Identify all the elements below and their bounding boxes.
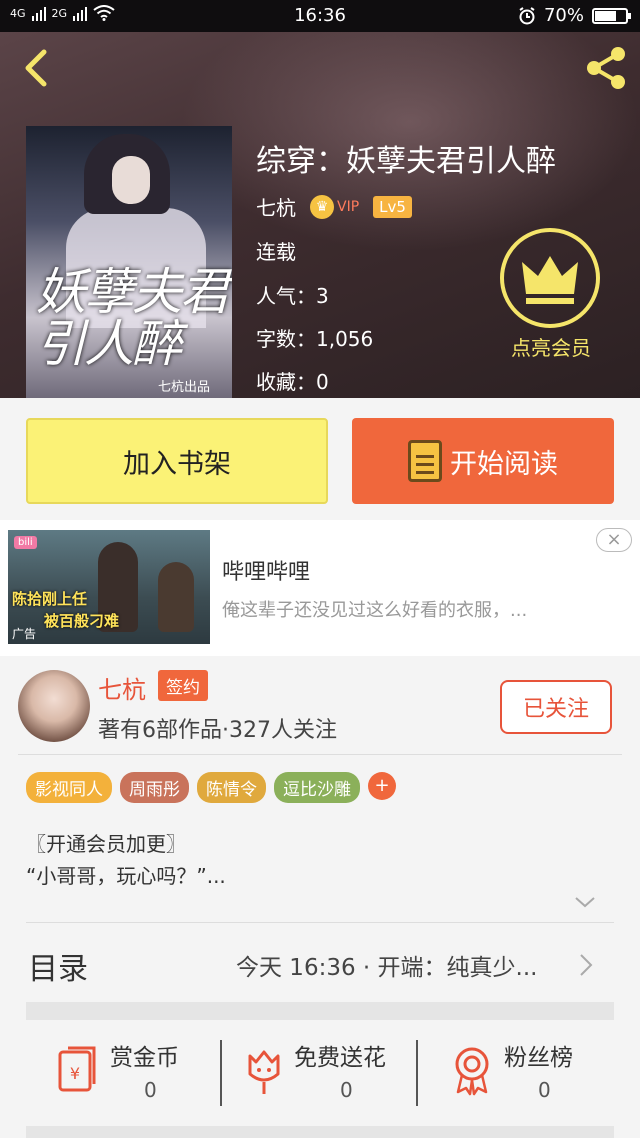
status-right: 70% xyxy=(518,5,631,26)
ad-thumbnail[interactable]: bili 陈拾刚上任 被百般刁难 广告 xyxy=(8,530,210,644)
book-title: 综穿：妖孽夫君引人醉 xyxy=(256,144,556,179)
follow-button[interactable]: 已关注 xyxy=(500,680,612,734)
send-flower-label: 免费送花 xyxy=(294,1045,386,1071)
chevron-right-icon[interactable] xyxy=(578,952,594,978)
author-avatar[interactable] xyxy=(18,670,90,742)
author-name-link[interactable]: 七杭 xyxy=(98,670,146,705)
cover-publisher: 七杭出品 xyxy=(158,380,211,395)
tag-item[interactable]: 周雨彤 xyxy=(120,772,189,803)
tag-item[interactable]: 陈情令 xyxy=(197,772,266,803)
alarm-icon xyxy=(519,6,535,24)
battery-icon xyxy=(592,7,631,24)
latest-chapter[interactable]: 今天 16:36 · 开端：纯真少... xyxy=(236,948,537,982)
battery-percent: 70% xyxy=(543,5,584,26)
vip-promo-label[interactable]: 点亮会员 xyxy=(486,332,616,361)
catalog-label[interactable]: 目录 xyxy=(28,944,88,988)
favorites-count: 收藏：0 xyxy=(256,370,329,394)
svg-text:¥: ¥ xyxy=(70,1064,80,1083)
serial-status: 连载 xyxy=(256,240,296,264)
author-stats: 著有6部作品·327人关注 xyxy=(98,718,337,743)
crown-icon xyxy=(522,256,578,304)
ad-caption-1: 陈拾刚上任 xyxy=(12,590,88,608)
blurb-line-2: “小哥哥，玩心吗？”... xyxy=(26,864,226,888)
start-reading-button[interactable]: 开始阅读 xyxy=(352,418,614,504)
send-flower-count: 0 xyxy=(340,1078,353,1102)
cover-title-art: 妖孽夫君引人醉 xyxy=(36,263,230,373)
fan-rank-count: 0 xyxy=(538,1078,551,1102)
section-spacer xyxy=(26,1002,614,1020)
ad-title: 哔哩哔哩 xyxy=(222,560,311,585)
flower-icon xyxy=(248,1050,280,1094)
ad-character-2 xyxy=(158,562,194,632)
author-name[interactable]: 七杭 xyxy=(256,192,296,221)
status-bar: 4G 2G 16:36 70% xyxy=(0,0,640,32)
word-count: 字数：1,056 xyxy=(256,327,374,351)
divider xyxy=(18,754,622,755)
book-header: 妖孽夫君引人醉 七杭出品 综穿：妖孽夫君引人醉 七杭 ♛ VIP Lv5 连载 人… xyxy=(0,32,640,398)
cover-figure-face xyxy=(112,156,150,204)
reward-coins-button[interactable]: ¥ 赏金币 0 xyxy=(54,1038,214,1108)
divider xyxy=(26,922,614,923)
vip-promo-button[interactable] xyxy=(500,228,600,328)
divider xyxy=(416,1040,418,1106)
send-flower-button[interactable]: 免费送花 0 xyxy=(242,1038,412,1108)
reward-coins-label: 赏金币 xyxy=(110,1045,179,1071)
ad-banner[interactable]: bili 陈拾刚上任 被百般刁难 广告 哔哩哔哩 俺这辈子还没见过这么好看的衣服… xyxy=(0,520,640,656)
tag-item[interactable]: 影视同人 xyxy=(26,772,112,803)
ad-tag: 广告 xyxy=(12,627,37,641)
ad-close-button[interactable]: × xyxy=(596,528,632,552)
author-row: 七杭 ♛ VIP Lv5 xyxy=(256,192,412,221)
crown-icon: ♛ xyxy=(310,194,334,219)
book-icon xyxy=(408,440,442,482)
red-envelope-icon: ¥ xyxy=(58,1046,96,1092)
book-cover[interactable]: 妖孽夫君引人醉 七杭出品 xyxy=(26,126,232,398)
add-tag-button[interactable]: + xyxy=(368,772,396,800)
fan-rank-button[interactable]: 粉丝榜 0 xyxy=(450,1038,610,1108)
ribbon-medal-icon xyxy=(455,1047,489,1096)
back-button[interactable] xyxy=(18,46,58,90)
divider xyxy=(220,1040,222,1106)
add-to-shelf-button[interactable]: 加入书架 xyxy=(26,418,328,504)
section-spacer xyxy=(26,1126,614,1138)
fan-rank-label: 粉丝榜 xyxy=(504,1045,573,1071)
tag-item[interactable]: 逗比沙雕 xyxy=(274,772,360,803)
tag-list: 影视同人 周雨彤 陈情令 逗比沙雕 + xyxy=(26,772,396,803)
popularity: 人气：3 xyxy=(256,284,329,308)
bilibili-logo-icon: bili xyxy=(14,536,37,549)
start-reading-label: 开始阅读 xyxy=(450,448,558,480)
share-icon xyxy=(587,47,625,89)
battery-fill xyxy=(595,10,616,21)
share-button[interactable] xyxy=(582,44,630,92)
ad-caption-2: 被百般刁难 xyxy=(44,612,120,630)
back-chevron-icon xyxy=(25,49,47,87)
blurb-line-1: 〖开通会员加更〗 xyxy=(26,832,186,856)
reward-coins-count: 0 xyxy=(144,1078,157,1102)
signed-badge: 签约 xyxy=(158,670,208,701)
vip-label: VIP xyxy=(337,198,360,215)
vip-badge: ♛ VIP xyxy=(310,194,360,219)
expand-chevron-icon[interactable] xyxy=(574,894,596,910)
level-badge: Lv5 xyxy=(373,195,412,218)
ad-description: 俺这辈子还没见过这么好看的衣服，... xyxy=(222,600,528,621)
